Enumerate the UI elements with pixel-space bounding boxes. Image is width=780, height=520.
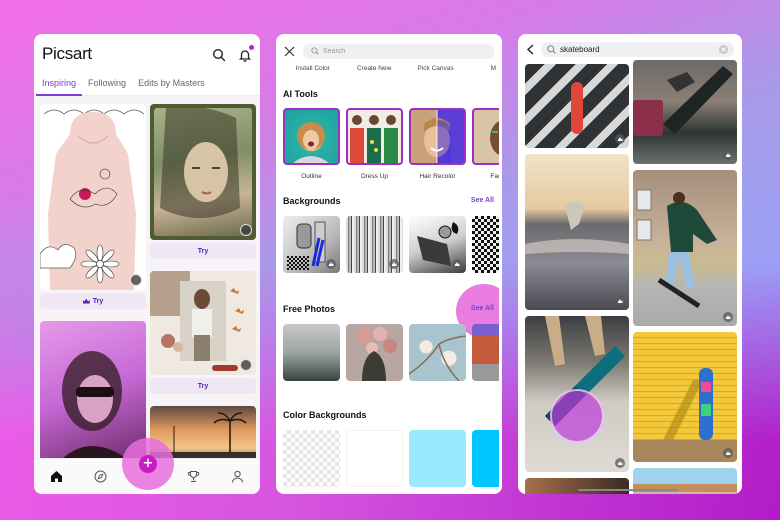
app-header: Picsart — [34, 34, 260, 74]
ai-tool-label: Face A — [490, 173, 502, 180]
background-tile[interactable] — [472, 216, 502, 273]
tab-edits-by-masters[interactable]: Edits by Masters — [132, 74, 211, 95]
premium-crown-icon — [389, 259, 399, 269]
search-results-screen: skateboard — [518, 34, 742, 494]
backgrounds-see-all-link[interactable]: See All — [471, 197, 494, 204]
tap-highlight — [550, 389, 604, 443]
notification-badge — [249, 45, 254, 50]
feed-card-butterfly-collage[interactable] — [150, 271, 256, 375]
crown-icon — [82, 298, 90, 304]
remix-icon[interactable] — [240, 224, 252, 236]
quick-action-more[interactable]: M — [466, 65, 496, 79]
notification-bell-icon[interactable] — [238, 45, 254, 62]
backgrounds-row — [283, 216, 502, 273]
remix-icon[interactable] — [130, 274, 142, 286]
try-button[interactable]: Try — [150, 378, 256, 394]
ai-tool-hair-recolor[interactable] — [409, 108, 466, 165]
ai-tool-face-art[interactable] — [472, 108, 502, 165]
try-button[interactable]: Try — [150, 243, 256, 259]
remix-icon[interactable] — [240, 359, 252, 371]
search-results-grid[interactable] — [518, 60, 742, 494]
free-photos-row — [283, 324, 502, 381]
free-photo-tile[interactable] — [346, 324, 403, 381]
premium-crown-icon — [615, 296, 625, 306]
ai-tool-label: Hair Recolor — [419, 173, 456, 180]
tap-highlight: + — [122, 438, 174, 490]
feed-tabs: Inspiring Following Edits by Masters — [34, 74, 260, 96]
premium-crown-icon — [326, 259, 336, 269]
ai-tool-dress-up[interactable] — [346, 108, 403, 165]
quick-action-pick-canvas[interactable]: Pick Canvas — [405, 65, 466, 79]
feed-card-hoodie[interactable] — [40, 104, 146, 290]
section-title-ai-tools: AI Tools — [283, 89, 318, 99]
section-title-free-photos: Free Photos — [283, 304, 336, 314]
explore-screen: Search Install Color Create New Pick Can… — [276, 34, 502, 494]
premium-crown-icon — [615, 458, 625, 468]
premium-crown-icon — [452, 259, 462, 269]
tab-following[interactable]: Following — [82, 74, 132, 95]
app-logo: Picsart — [42, 44, 92, 63]
home-screen: Picsart Inspiring Following Edits by Mas… — [34, 34, 260, 494]
color-backgrounds-row — [283, 430, 502, 487]
tab-inspiring[interactable]: Inspiring — [36, 74, 83, 96]
free-photo-tile[interactable] — [472, 324, 502, 381]
free-photos-see-all-link[interactable]: See All — [471, 305, 494, 312]
ai-tool-label: Dress Up — [360, 173, 389, 180]
color-swatch-cyan[interactable] — [472, 430, 502, 487]
premium-crown-icon — [723, 312, 733, 322]
ai-tools-row — [283, 108, 502, 165]
search-input[interactable]: Search — [303, 43, 494, 59]
search-icon[interactable] — [212, 47, 226, 62]
background-tile[interactable] — [409, 216, 466, 273]
try-button[interactable]: Try — [40, 293, 146, 309]
ai-tool-label: Outline — [301, 173, 322, 180]
back-arrow-icon[interactable] — [526, 40, 535, 59]
free-photo-tile[interactable] — [283, 324, 340, 381]
search-icon — [311, 47, 319, 55]
color-swatch-transparent[interactable] — [283, 430, 340, 487]
result-image[interactable] — [525, 154, 629, 310]
premium-crown-icon — [615, 134, 625, 144]
create-plus-button[interactable]: + — [139, 455, 157, 473]
clear-search-icon[interactable] — [719, 44, 728, 54]
result-image[interactable] — [633, 170, 737, 326]
result-image[interactable] — [633, 60, 737, 164]
close-icon[interactable] — [284, 42, 295, 61]
quick-action-create-new[interactable]: Create New — [343, 65, 404, 79]
result-image[interactable] — [525, 478, 629, 494]
search-input[interactable]: skateboard — [541, 41, 734, 57]
background-tile[interactable] — [346, 216, 403, 273]
trophy-icon[interactable] — [186, 470, 200, 484]
premium-crown-icon — [723, 448, 733, 458]
premium-crown-icon — [723, 150, 733, 160]
section-title-backgrounds: Backgrounds — [283, 196, 341, 206]
color-swatch-light-blue[interactable] — [409, 430, 466, 487]
color-swatch-white[interactable] — [346, 430, 403, 487]
compass-icon[interactable] — [94, 470, 108, 484]
profile-icon[interactable] — [231, 470, 245, 484]
inspiration-feed[interactable]: Try Try Try — [34, 96, 260, 458]
feed-card-green-portrait[interactable] — [150, 104, 256, 240]
scroll-indicator[interactable] — [578, 489, 678, 491]
section-title-color-backgrounds: Color Backgrounds — [283, 410, 367, 420]
background-tile[interactable] — [283, 216, 340, 273]
result-image[interactable] — [633, 332, 737, 462]
result-image[interactable] — [525, 64, 629, 148]
feed-card-sunglasses[interactable] — [40, 321, 146, 458]
search-icon — [547, 44, 556, 54]
ai-tool-outline[interactable] — [283, 108, 340, 165]
free-photo-tile[interactable] — [409, 324, 466, 381]
home-icon[interactable] — [49, 470, 63, 484]
quick-action-install-color[interactable]: Install Color — [282, 65, 343, 79]
